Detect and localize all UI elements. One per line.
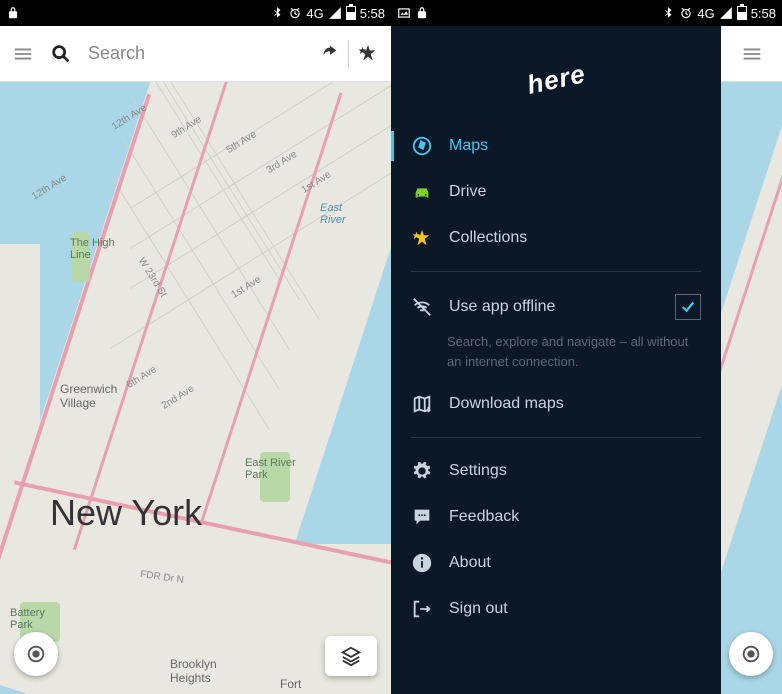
menu-icon[interactable] (741, 43, 763, 65)
search-input[interactable]: Search (88, 43, 145, 64)
car-icon (411, 181, 433, 203)
navigation-drawer: here Maps Drive Collections Use app offl… (391, 26, 721, 694)
layers-button[interactable] (325, 636, 377, 676)
offline-description: Search, explore and navigate – all witho… (391, 332, 721, 381)
drawer-item-offline[interactable]: Use app offline (391, 282, 721, 332)
offline-checkbox[interactable] (675, 294, 701, 320)
alarm-icon (288, 6, 302, 20)
drawer-label: Drive (449, 183, 486, 201)
compass-icon (411, 135, 433, 157)
battery-icon (346, 6, 356, 20)
drawer-item-drive[interactable]: Drive (391, 169, 721, 215)
network-label: 4G (697, 6, 714, 21)
lock-icon (415, 6, 429, 20)
neighborhood-label: Brooklyn Heights (170, 657, 217, 685)
menu-icon[interactable] (12, 43, 34, 65)
collections-icon[interactable] (357, 43, 379, 65)
divider (411, 437, 701, 438)
drawer-item-maps[interactable]: Maps (391, 123, 721, 169)
alarm-icon (679, 6, 693, 20)
drawer-label: Collections (449, 229, 527, 247)
park-label: East River Park (245, 457, 296, 481)
lock-icon (6, 6, 20, 20)
network-label: 4G (306, 6, 323, 21)
drawer-label: Settings (449, 462, 507, 480)
info-icon (411, 552, 433, 574)
signout-icon (411, 598, 433, 620)
wifi-off-icon (411, 296, 433, 318)
signal-icon (328, 6, 342, 20)
divider (411, 271, 701, 272)
directions-icon[interactable] (318, 43, 340, 65)
drawer-label: Feedback (449, 508, 519, 526)
star-icon (411, 227, 433, 249)
drawer-label: Download maps (449, 395, 564, 413)
feedback-icon (411, 506, 433, 528)
drawer-label: About (449, 554, 491, 572)
street-label: 12th Ave (30, 173, 69, 203)
drawer-item-signout[interactable]: Sign out (391, 586, 721, 632)
locate-button[interactable] (729, 632, 773, 676)
divider (348, 40, 349, 68)
search-icon[interactable] (50, 43, 72, 65)
battery-icon (737, 6, 747, 20)
drawer-item-feedback[interactable]: Feedback (391, 494, 721, 540)
image-icon (397, 6, 411, 20)
status-bar: 4G 5:58 (0, 0, 391, 26)
bluetooth-icon (270, 6, 284, 20)
map-download-icon (411, 393, 433, 415)
drawer-item-download[interactable]: Download maps (391, 381, 721, 427)
locate-button[interactable] (14, 632, 58, 676)
drawer-item-collections[interactable]: Collections (391, 215, 721, 261)
phone-right: 4G 5:58 here Maps Drive (391, 0, 782, 694)
city-label: New York (50, 492, 202, 534)
signal-icon (719, 6, 733, 20)
phone-left: 4G 5:58 Search (0, 0, 391, 694)
status-bar: 4G 5:58 (391, 0, 782, 26)
drawer-label: Maps (449, 137, 488, 155)
park-label: Battery Park (10, 607, 45, 631)
app-logo: here (391, 46, 721, 123)
drawer-item-settings[interactable]: Settings (391, 448, 721, 494)
bluetooth-icon (661, 6, 675, 20)
drawer-item-about[interactable]: About (391, 540, 721, 586)
gear-icon (411, 460, 433, 482)
clock-label: 5:58 (360, 6, 385, 21)
map-view[interactable]: 12th Ave 9th Ave 5th Ave 3rd Ave 1st Ave… (0, 82, 391, 694)
neighborhood-label: Fort (280, 677, 301, 691)
water-label: East River (320, 202, 346, 226)
map-sliver (721, 26, 782, 694)
neighborhood-label: Greenwich Village (60, 382, 117, 410)
drawer-label: Sign out (449, 600, 508, 618)
drawer-label: Use app offline (449, 298, 555, 316)
clock-label: 5:58 (751, 6, 776, 21)
app-bar: Search (0, 26, 391, 82)
park-label: The High Line (70, 237, 115, 261)
